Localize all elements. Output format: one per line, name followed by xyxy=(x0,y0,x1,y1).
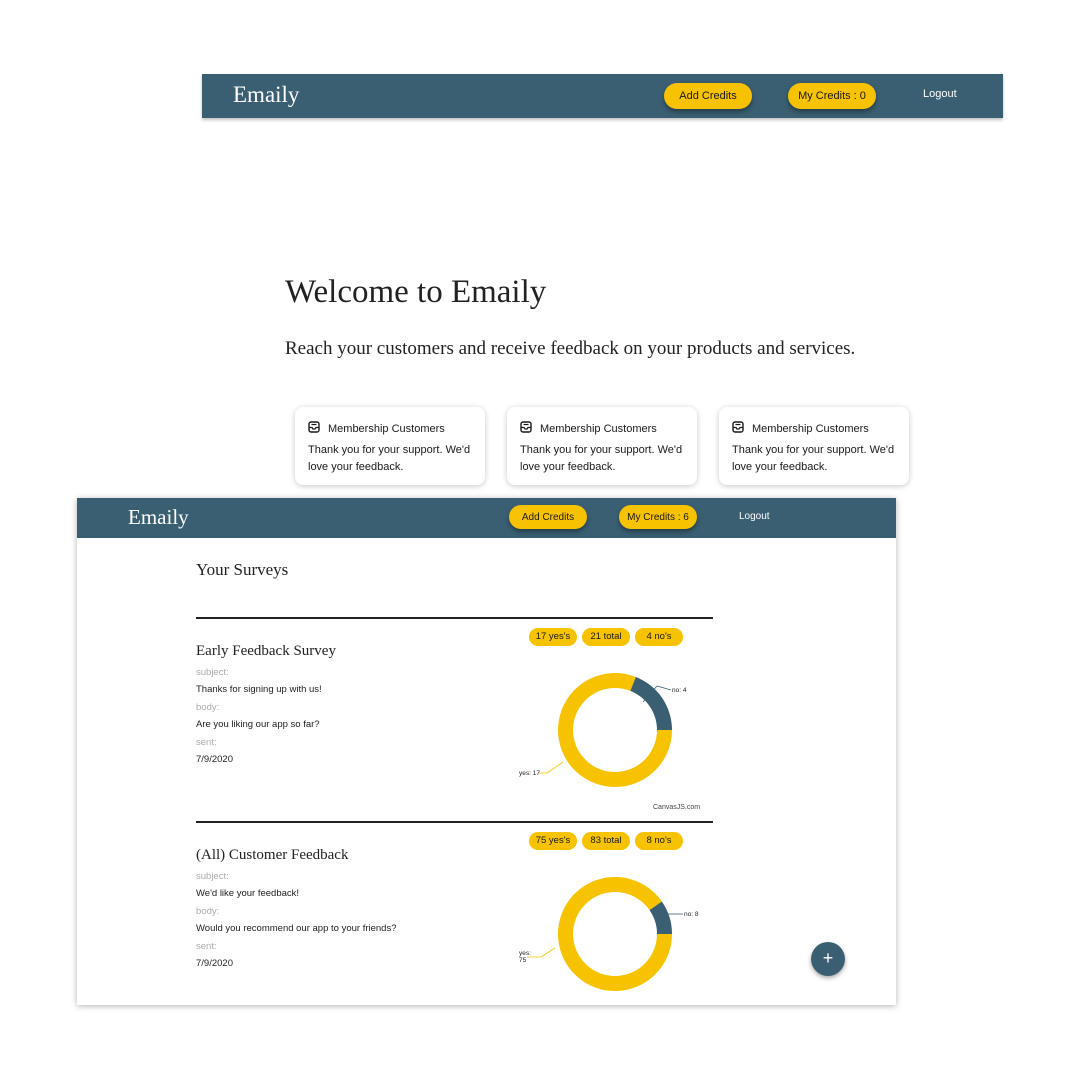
add-survey-button[interactable]: + xyxy=(811,942,845,976)
brand-logo[interactable]: Emaily xyxy=(128,505,189,530)
welcome-title: Welcome to Emaily xyxy=(285,274,547,310)
dashboard-navbar: Emaily Add Credits My Credits : 6 Logout xyxy=(77,498,896,538)
survey-title: (All) Customer Feedback xyxy=(196,847,349,863)
sent-value: 7/9/2020 xyxy=(196,754,233,765)
no-count-badge: 4 no's xyxy=(635,628,683,646)
survey-doughnut-chart: no: 8 yes: 75 xyxy=(519,877,699,991)
survey-title: Early Feedback Survey xyxy=(196,643,336,659)
subject-label: subject: xyxy=(196,667,229,678)
survey-doughnut-chart: no: 4 yes: 17 xyxy=(519,673,687,787)
surveys-heading: Your Surveys xyxy=(196,560,289,579)
dashboard-panel: Emaily Add Credits My Credits : 6 Logout… xyxy=(77,498,896,1005)
yes-data-label: yes: xyxy=(519,950,531,957)
feature-card: Membership Customers Thank you for your … xyxy=(507,407,697,485)
welcome-subtitle: Reach your customers and receive feedbac… xyxy=(285,338,856,359)
yes-label-leader xyxy=(546,761,564,774)
body-label: body: xyxy=(196,906,220,917)
no-label-leader xyxy=(656,685,672,691)
feature-card: Membership Customers Thank you for your … xyxy=(719,407,909,485)
no-slice[interactable] xyxy=(630,676,672,730)
no-data-label: no: 4 xyxy=(672,687,687,694)
yes-data-label: yes: 17 xyxy=(519,770,540,777)
card-body: Thank you for your support. We'd love yo… xyxy=(520,444,683,473)
no-count-badge: 8 no's xyxy=(635,832,683,850)
inbox-icon xyxy=(732,421,744,436)
add-credits-button[interactable]: Add Credits xyxy=(664,83,752,109)
body-label: body: xyxy=(196,702,220,713)
chart-credit[interactable]: CanvasJS.com xyxy=(653,804,700,811)
brand-logo[interactable]: Emaily xyxy=(233,82,299,108)
total-count-badge: 21 total xyxy=(582,628,630,646)
yes-slice[interactable] xyxy=(558,877,672,991)
sent-label: sent: xyxy=(196,737,217,748)
yes-count-badge: 17 yes's xyxy=(529,628,577,646)
top-navbar: Emaily Add Credits My Credits : 0 Logout xyxy=(202,74,1003,118)
no-data-label: no: 8 xyxy=(684,911,699,918)
card-body: Thank you for your support. We'd love yo… xyxy=(308,444,471,473)
subject-label: subject: xyxy=(196,871,229,882)
yes-data-label: 75 xyxy=(519,957,527,964)
total-count-badge: 83 total xyxy=(582,832,630,850)
card-title: Membership Customers xyxy=(540,422,657,435)
body-value: Are you liking our app so far? xyxy=(196,719,320,730)
logout-link[interactable]: Logout xyxy=(739,511,770,522)
my-credits-button[interactable]: My Credits : 6 xyxy=(619,505,697,529)
my-credits-button[interactable]: My Credits : 0 xyxy=(788,83,876,109)
sent-label: sent: xyxy=(196,941,217,952)
yes-count-badge: 75 yes's xyxy=(529,832,577,850)
card-title: Membership Customers xyxy=(328,422,445,435)
yes-label-leader xyxy=(540,947,556,958)
add-credits-button[interactable]: Add Credits xyxy=(509,505,587,529)
card-body: Thank you for your support. We'd love yo… xyxy=(732,444,895,473)
subject-value: We'd like your feedback! xyxy=(196,888,300,899)
survey-divider xyxy=(196,617,713,619)
body-value: Would you recommend our app to your frie… xyxy=(196,923,397,934)
logout-link[interactable]: Logout xyxy=(923,88,957,100)
survey-divider xyxy=(196,821,713,823)
subject-value: Thanks for signing up with us! xyxy=(196,684,322,695)
feature-card: Membership Customers Thank you for your … xyxy=(295,407,485,485)
sent-value: 7/9/2020 xyxy=(196,958,233,969)
inbox-icon xyxy=(520,421,532,436)
card-title: Membership Customers xyxy=(752,422,869,435)
inbox-icon xyxy=(308,421,320,436)
